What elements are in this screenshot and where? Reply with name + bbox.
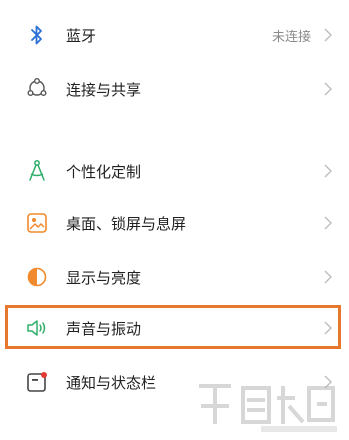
settings-item-desktop[interactable]: 桌面、锁屏与息屏 (0, 198, 349, 248)
settings-item-personalize[interactable]: 个性化定制 (0, 146, 349, 196)
settings-item-display[interactable]: 显示与亮度 (0, 252, 349, 302)
wallpaper-icon (25, 211, 49, 235)
display-label: 显示与亮度 (66, 268, 142, 287)
share-nodes-icon (25, 77, 49, 101)
bluetooth-label: 蓝牙 (66, 26, 97, 45)
chevron-right-icon (321, 82, 335, 96)
personalize-label: 个性化定制 (66, 162, 142, 181)
notification-icon (25, 370, 49, 394)
chevron-right-icon (321, 164, 335, 178)
settings-item-connection[interactable]: 连接与共享 (0, 64, 349, 114)
brightness-icon (25, 265, 49, 289)
connection-label: 连接与共享 (66, 80, 142, 99)
desktop-label: 桌面、锁屏与息屏 (66, 214, 187, 233)
chevron-right-icon (321, 216, 335, 230)
compass-icon (25, 159, 49, 183)
settings-screen: 蓝牙 未连接 连接与共享 个性化定制 桌面、锁屏与息屏 显示与亮度 声音与振动 … (0, 0, 349, 440)
bluetooth-icon (25, 23, 49, 47)
bluetooth-status: 未连接 (271, 29, 311, 45)
watermark-logo (191, 376, 341, 436)
chevron-right-icon (321, 270, 335, 284)
chevron-right-icon (321, 28, 335, 42)
notification-label: 通知与状态栏 (66, 373, 157, 392)
settings-item-bluetooth[interactable]: 蓝牙 未连接 (0, 10, 349, 60)
highlight-box (5, 305, 341, 349)
